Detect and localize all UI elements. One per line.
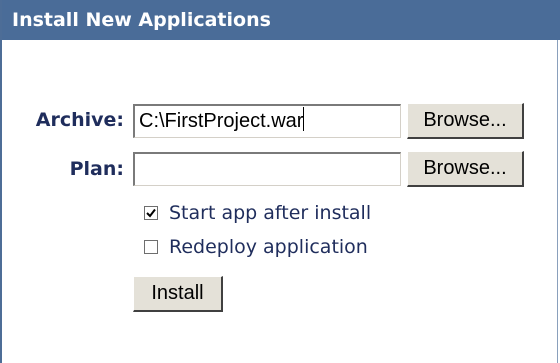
redeploy-checkbox[interactable] — [144, 240, 158, 254]
plan-browse-button[interactable]: Browse... — [407, 151, 524, 187]
text-caret — [303, 107, 305, 131]
archive-input[interactable]: C:\FirstProject.war — [133, 104, 401, 138]
install-button[interactable]: Install — [133, 276, 223, 312]
archive-browse-button[interactable]: Browse... — [407, 103, 524, 139]
install-panel: Install New Applications Archive: C:\Fir… — [0, 0, 560, 363]
start-app-checkbox[interactable] — [144, 206, 158, 220]
redeploy-label: Redeploy application — [169, 236, 368, 258]
plan-input[interactable] — [133, 152, 401, 186]
panel-title: Install New Applications — [2, 0, 560, 40]
start-app-label: Start app after install — [169, 202, 372, 224]
archive-input-value: C:\FirstProject.war — [139, 110, 304, 132]
checkmark-icon — [146, 208, 156, 218]
archive-label: Archive: — [35, 109, 124, 131]
plan-label: Plan: — [69, 158, 124, 180]
